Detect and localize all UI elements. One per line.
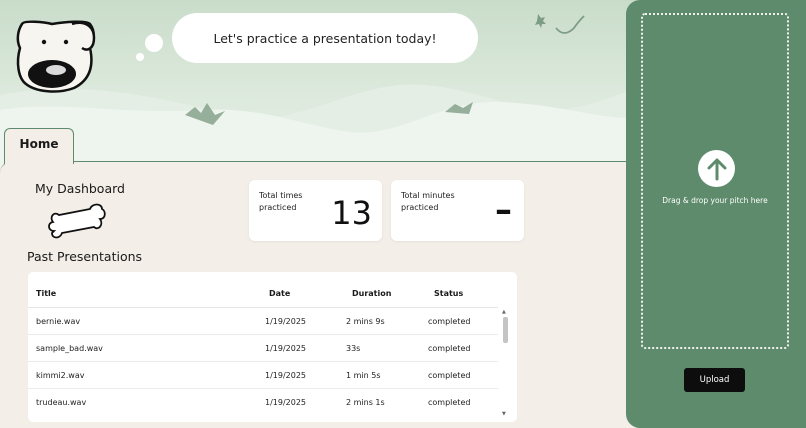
stat-total-times: Total times practiced 13: [249, 180, 382, 241]
column-header-duration[interactable]: Duration: [352, 289, 391, 298]
cell-title: kimmi2.wav: [36, 371, 85, 380]
pitch-dropzone[interactable]: Drag & drop your pitch here: [641, 13, 789, 349]
table-row[interactable]: bernie.wav 1/19/2025 2 mins 9s completed: [28, 308, 498, 335]
cell-title: trudeau.wav: [36, 398, 87, 407]
column-header-status[interactable]: Status: [434, 289, 463, 298]
table-row[interactable]: sample_bad.wav 1/19/2025 33s completed: [28, 335, 498, 362]
column-header-title[interactable]: Title: [36, 289, 56, 298]
tab-home-label: Home: [19, 137, 59, 151]
arrow-up-icon: [698, 150, 735, 187]
cell-duration: 1 min 5s: [346, 371, 381, 380]
table-row[interactable]: kimmi2.wav 1/19/2025 1 min 5s completed: [28, 362, 498, 389]
cell-status: completed: [428, 398, 471, 407]
scrollbar-thumb[interactable]: [503, 317, 508, 343]
cell-date: 1/19/2025: [265, 317, 307, 326]
cell-date: 1/19/2025: [265, 371, 307, 380]
tab-home[interactable]: Home: [4, 128, 74, 164]
cell-date: 1/19/2025: [265, 398, 307, 407]
stat-total-minutes: Total minutes practiced –: [391, 180, 524, 241]
cell-status: completed: [428, 344, 471, 353]
dashboard-title: My Dashboard: [35, 181, 125, 196]
cell-date: 1/19/2025: [265, 344, 307, 353]
cell-title: bernie.wav: [36, 317, 81, 326]
stat-times-value: 13: [331, 194, 372, 232]
table-row[interactable]: trudeau.wav 1/19/2025 2 mins 1s complete…: [28, 389, 498, 416]
presentations-table: Title Date Duration Status bernie.wav 1/…: [28, 272, 517, 422]
table-scrollbar[interactable]: ▲ ▼: [501, 309, 509, 417]
upload-panel: Drag & drop your pitch here Upload: [626, 0, 806, 428]
speech-text: Let's practice a presentation today!: [213, 30, 437, 46]
dropzone-text: Drag & drop your pitch here: [662, 196, 768, 205]
cell-duration: 33s: [346, 344, 361, 353]
cell-status: completed: [428, 371, 471, 380]
stat-times-label: Total times practiced: [259, 191, 303, 212]
cell-status: completed: [428, 317, 471, 326]
column-header-date[interactable]: Date: [269, 289, 290, 298]
dog-icon: [16, 20, 96, 93]
upload-button[interactable]: Upload: [684, 368, 745, 392]
scroll-down-icon[interactable]: ▼: [502, 411, 506, 417]
cell-title: sample_bad.wav: [36, 344, 103, 353]
bone-icon: [48, 203, 106, 239]
cell-duration: 2 mins 9s: [346, 317, 385, 326]
stat-minutes-label: Total minutes practiced: [401, 191, 455, 212]
thought-dot-small: [136, 53, 144, 61]
past-presentations-title: Past Presentations: [27, 249, 143, 264]
stat-minutes-value: –: [495, 190, 512, 230]
scroll-up-icon[interactable]: ▲: [502, 309, 506, 315]
cell-duration: 2 mins 1s: [346, 398, 385, 407]
speech-bubble: Let's practice a presentation today!: [172, 13, 478, 63]
thought-dot-medium: [145, 34, 163, 52]
